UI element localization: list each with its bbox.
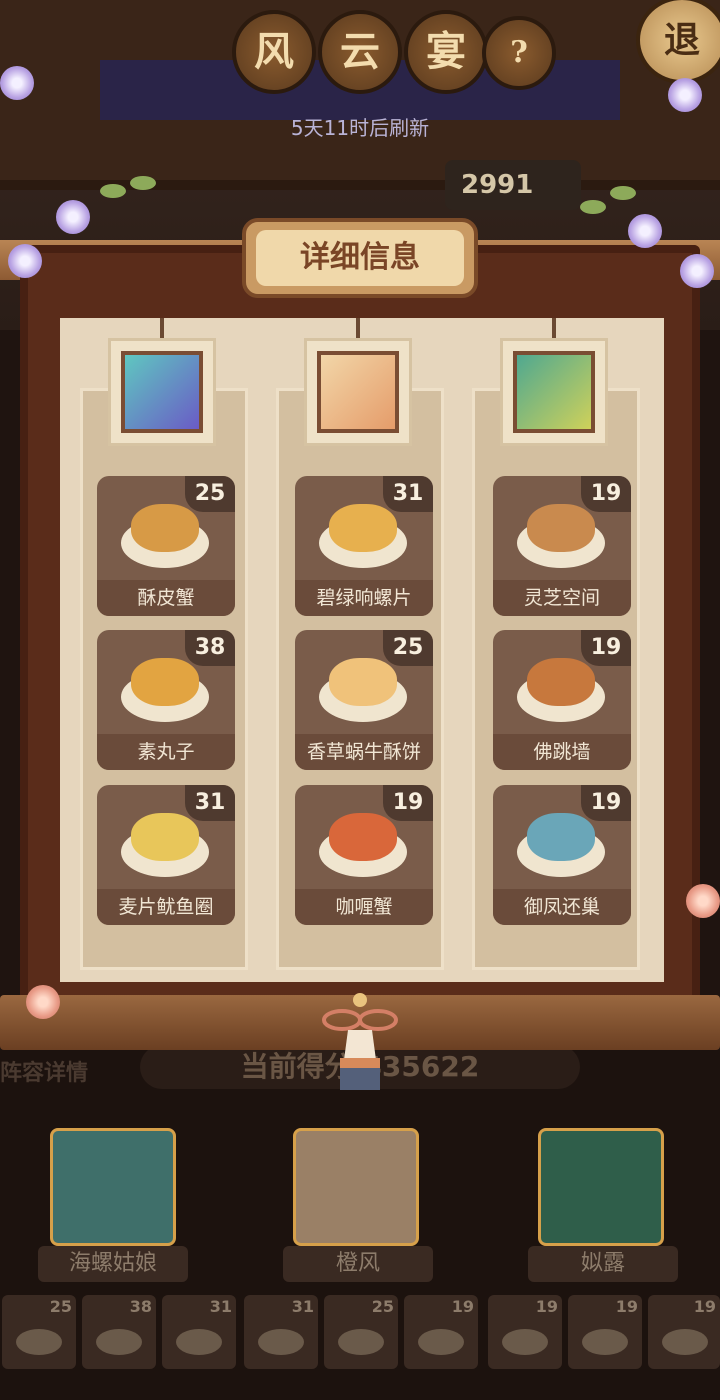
dish-icon [176, 1329, 222, 1355]
dish-name: 酥皮蟹 [97, 580, 235, 616]
leaf-icon [100, 184, 126, 198]
flower-icon [680, 254, 714, 288]
title-char-2: 云 [318, 10, 402, 94]
dish-name: 香草蜗牛酥饼 [295, 734, 433, 770]
strip-dish-3[interactable]: 31 [162, 1295, 236, 1369]
flower-icon [668, 78, 702, 112]
dish-count: 19 [581, 476, 631, 512]
leaf-icon [610, 186, 636, 200]
dish-icon [329, 504, 397, 552]
flower-icon [56, 200, 90, 234]
strip-dish-2[interactable]: 38 [82, 1295, 156, 1369]
dish-icon [258, 1329, 304, 1355]
dish-icon [96, 1329, 142, 1355]
title-char-1: 风 [232, 10, 316, 94]
strip-count: 31 [209, 1297, 232, 1316]
strip-count: 38 [129, 1297, 152, 1316]
strip-count: 19 [693, 1297, 716, 1316]
strip-count: 19 [615, 1297, 638, 1316]
character-card-3[interactable] [538, 1128, 664, 1246]
chef-avatar [513, 351, 595, 433]
dish-name: 素丸子 [97, 734, 235, 770]
leaf-icon [580, 200, 606, 214]
strip-dish-6[interactable]: 19 [404, 1295, 478, 1369]
dish-icon [329, 658, 397, 706]
character-name-3: 姒露 [528, 1246, 678, 1282]
dish-card[interactable]: 19 佛跳墙 [493, 630, 631, 770]
flower-icon [628, 214, 662, 248]
character-name-1: 海螺姑娘 [38, 1246, 188, 1282]
dish-icon [338, 1329, 384, 1355]
character-card-1[interactable] [50, 1128, 176, 1246]
dish-card[interactable]: 19 咖喱蟹 [295, 785, 433, 925]
chef-avatar [317, 351, 399, 433]
strip-count: 19 [451, 1297, 474, 1316]
dish-count: 19 [581, 630, 631, 666]
dish-icon [131, 504, 199, 552]
dish-card[interactable]: 25 酥皮蟹 [97, 476, 235, 616]
strip-count: 31 [291, 1297, 314, 1316]
dish-icon [527, 658, 595, 706]
dish-name: 麦片鱿鱼圈 [97, 889, 235, 925]
dish-icon [527, 504, 595, 552]
strip-dish-4[interactable]: 31 [244, 1295, 318, 1369]
blossom-icon [686, 884, 720, 918]
dish-count: 31 [185, 785, 235, 821]
dish-count: 19 [383, 785, 433, 821]
flower-icon [8, 244, 42, 278]
dish-count: 38 [185, 630, 235, 666]
dish-name: 灵芝空间 [493, 580, 631, 616]
strip-dish-8[interactable]: 19 [568, 1295, 642, 1369]
chef-portrait-1[interactable] [108, 338, 216, 446]
strip-dish-5[interactable]: 25 [324, 1295, 398, 1369]
dish-card[interactable]: 25 香草蜗牛酥饼 [295, 630, 433, 770]
help-button[interactable]: ? [482, 16, 556, 90]
chef-portrait-2[interactable] [304, 338, 412, 446]
tassel-knot-icon [322, 993, 398, 1090]
dish-count: 19 [581, 785, 631, 821]
dish-icon [16, 1329, 62, 1355]
leaf-icon [130, 176, 156, 190]
dish-card[interactable]: 31 麦片鱿鱼圈 [97, 785, 235, 925]
dish-icon [527, 813, 595, 861]
dish-icon [131, 658, 199, 706]
dish-name: 碧绿响螺片 [295, 580, 433, 616]
dish-name: 御凤还巢 [493, 889, 631, 925]
dish-card[interactable]: 19 灵芝空间 [493, 476, 631, 616]
dish-icon [582, 1329, 628, 1355]
dish-icon [662, 1329, 708, 1355]
strip-dish-7[interactable]: 19 [488, 1295, 562, 1369]
dish-count: 31 [383, 476, 433, 512]
strip-count: 25 [371, 1297, 394, 1316]
chef-avatar [121, 351, 203, 433]
detail-title: 详细信息 [256, 230, 464, 286]
character-name-2: 橙风 [283, 1246, 433, 1282]
chef-portrait-3[interactable] [500, 338, 608, 446]
strip-count: 25 [49, 1297, 72, 1316]
dish-card[interactable]: 31 碧绿响螺片 [295, 476, 433, 616]
top-score: 2991 [445, 160, 581, 210]
title-char-3: 宴 [404, 10, 488, 94]
dish-card[interactable]: 19 御凤还巢 [493, 785, 631, 925]
strip-dish-1[interactable]: 25 [2, 1295, 76, 1369]
strip-count: 19 [535, 1297, 558, 1316]
detail-title-plaque: 详细信息 [242, 218, 478, 298]
dish-name: 咖喱蟹 [295, 889, 433, 925]
dish-count: 25 [185, 476, 235, 512]
blossom-icon [26, 985, 60, 1019]
lineup-label[interactable]: 阵容详情 [0, 1055, 88, 1087]
dish-icon [329, 813, 397, 861]
refresh-timer: 5天11时后刷新 [290, 116, 430, 140]
dish-card[interactable]: 38 素丸子 [97, 630, 235, 770]
strip-dish-9[interactable]: 19 [648, 1295, 720, 1369]
character-card-2[interactable] [293, 1128, 419, 1246]
dish-icon [131, 813, 199, 861]
dish-icon [418, 1329, 464, 1355]
flower-icon [0, 66, 34, 100]
dish-name: 佛跳墙 [493, 734, 631, 770]
dish-count: 25 [383, 630, 433, 666]
dish-icon [502, 1329, 548, 1355]
